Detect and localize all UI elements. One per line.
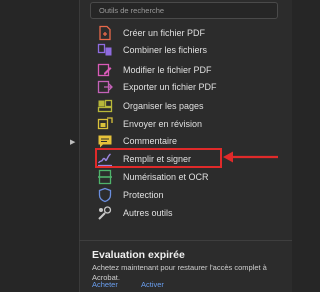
tool-label: Combiner les fichiers — [123, 45, 208, 55]
tool-scan-ocr[interactable]: Numérisation et OCR — [80, 167, 293, 187]
section-divider — [79, 240, 292, 241]
collapse-panel-arrow-icon[interactable]: ▶ — [70, 138, 75, 148]
document-area — [0, 0, 79, 292]
tool-more-tools[interactable]: Autres outils — [80, 203, 293, 223]
tool-label: Modifier le fichier PDF — [123, 65, 212, 75]
highlight-box — [95, 148, 222, 168]
tool-label: Exporter un fichier PDF — [123, 82, 217, 92]
tool-label: Envoyer en révision — [123, 119, 203, 129]
export-pdf-icon — [97, 80, 113, 94]
tool-organize-pages[interactable]: Organiser les pages — [80, 96, 293, 116]
send-for-review-icon — [97, 117, 113, 130]
search-box[interactable] — [90, 2, 278, 19]
tool-combine-files[interactable]: Combiner les fichiers — [80, 40, 293, 60]
tool-label: Autres outils — [123, 208, 173, 218]
create-pdf-icon — [99, 25, 111, 41]
activate-link[interactable]: Activer — [141, 280, 164, 289]
tool-label: Numérisation et OCR — [123, 172, 209, 182]
tool-label: Commentaire — [123, 136, 178, 146]
scan-ocr-icon — [98, 169, 112, 185]
comment-icon — [98, 135, 112, 148]
protect-icon — [98, 187, 112, 203]
edit-pdf-icon — [97, 63, 112, 77]
evaluation-message: Achetez maintenant pour restaurer l'accè… — [92, 263, 267, 282]
tool-export-pdf[interactable]: Exporter un fichier PDF — [80, 77, 293, 97]
tool-protect[interactable]: Protection — [80, 185, 293, 205]
organize-pages-icon — [97, 99, 113, 113]
red-arrow-icon — [223, 151, 278, 163]
tool-label: Créer un fichier PDF — [123, 28, 206, 38]
more-tools-icon — [98, 206, 112, 220]
buy-link[interactable]: Acheter — [92, 280, 118, 289]
evaluation-title: Evaluation expirée — [92, 249, 185, 261]
search-input[interactable] — [91, 3, 277, 18]
tool-label: Protection — [123, 190, 164, 200]
tool-label: Organiser les pages — [123, 101, 204, 111]
combine-files-icon — [97, 43, 112, 56]
